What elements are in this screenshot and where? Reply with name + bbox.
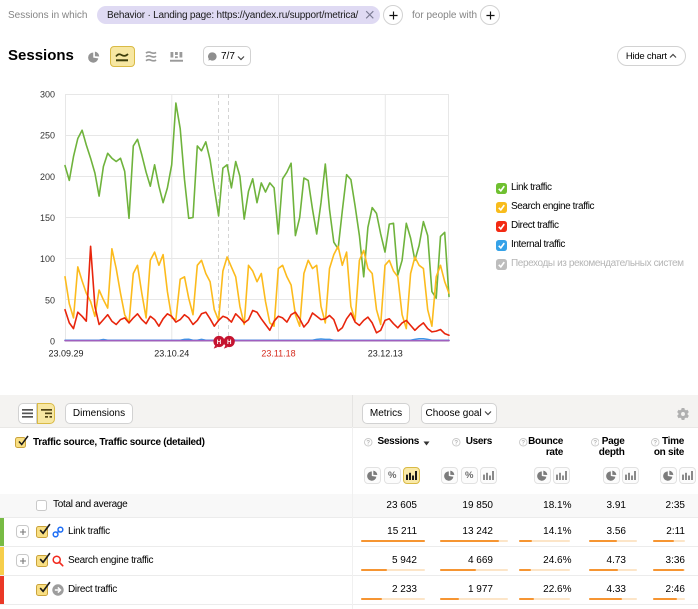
- svg-text:?: ?: [521, 440, 525, 446]
- svg-text:?: ?: [366, 440, 370, 446]
- svg-text:23.12.13: 23.12.13: [368, 349, 403, 359]
- svg-text:0: 0: [50, 337, 55, 347]
- svg-text:?: ?: [653, 440, 657, 446]
- svg-text:250: 250: [40, 131, 55, 141]
- svg-text:Н: Н: [217, 339, 222, 346]
- svg-text:?: ?: [454, 440, 458, 446]
- svg-text:?: ?: [593, 440, 597, 446]
- svg-text:150: 150: [40, 213, 55, 223]
- svg-text:50: 50: [45, 295, 55, 305]
- svg-text:Н: Н: [227, 339, 232, 346]
- svg-text:100: 100: [40, 254, 55, 264]
- svg-text:23.09.29: 23.09.29: [48, 349, 83, 359]
- svg-text:23.10.24: 23.10.24: [154, 349, 189, 359]
- svg-text:200: 200: [40, 172, 55, 182]
- svg-text:23.11.18: 23.11.18: [261, 349, 295, 359]
- svg-text:300: 300: [40, 90, 55, 100]
